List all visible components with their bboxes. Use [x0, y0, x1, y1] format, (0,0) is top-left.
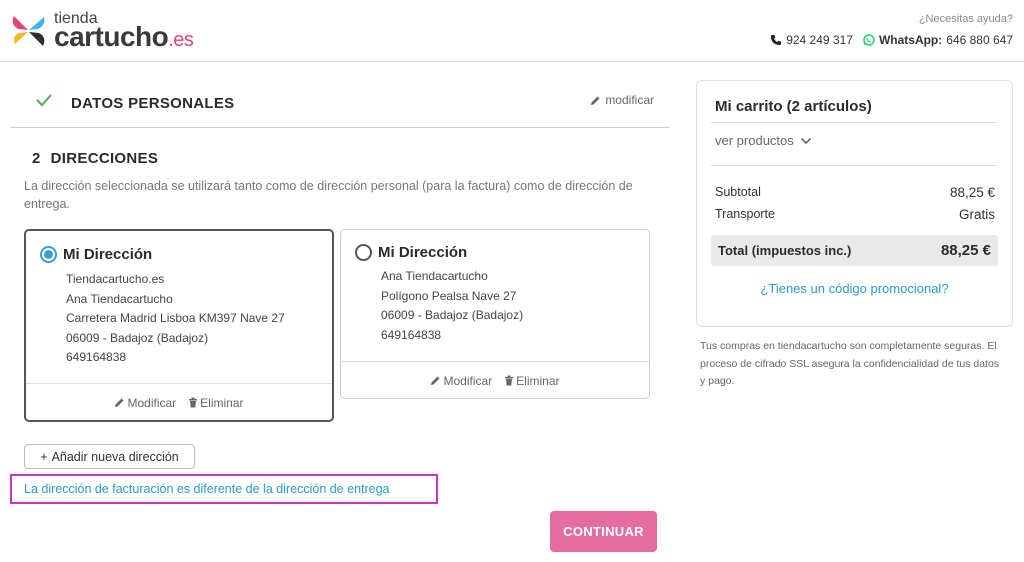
add-address-label: Añadir nueva dirección — [51, 449, 179, 464]
chevron-down-icon — [800, 137, 811, 144]
delete-address-button[interactable]: Eliminar — [504, 373, 560, 388]
step-personal-data: DATOS PERSONALES modificar — [10, 80, 670, 128]
step1-title: DATOS PERSONALES — [71, 95, 235, 112]
whatsapp-number[interactable]: 646 880 647 — [946, 33, 1013, 47]
logo-tld: .es — [168, 29, 194, 51]
modify-label: modificar — [605, 93, 654, 107]
subtotal-value: 88,25 € — [949, 185, 995, 200]
phone-number[interactable]: 924 249 317 — [786, 33, 853, 47]
address-line: Ana Tiendacartucho — [66, 291, 173, 306]
address-line: 649164838 — [66, 350, 127, 364]
step2-number: 2 — [32, 150, 41, 167]
butterfly-logo-icon — [12, 16, 45, 46]
shipping-row: Transporte Gratis — [715, 207, 995, 222]
address-line: 649164838 — [381, 327, 442, 342]
divider — [711, 122, 996, 123]
add-address-button[interactable]: + Añadir nueva dirección — [24, 444, 195, 469]
plus-icon: + — [40, 449, 48, 464]
address-name: Mi Dirección — [378, 244, 468, 261]
address-actions: Modificar Eliminar — [341, 361, 649, 399]
address-line: 06009 - Badajoz (Badajoz) — [66, 330, 209, 345]
continue-button[interactable]: CONTINUAR — [550, 511, 657, 552]
total-value: 88,25 € — [940, 242, 991, 259]
trash-icon — [189, 397, 198, 408]
pencil-icon — [115, 398, 124, 407]
address-line: Polígono Pealsa Nave 27 — [381, 288, 517, 303]
divider — [711, 165, 996, 166]
step2-description: La dirección seleccionada se utilizará t… — [24, 179, 633, 211]
cart-title: Mi carrito (2 artículos) — [715, 98, 872, 115]
address-actions: Modificar Eliminar — [26, 383, 332, 421]
address-line: 06009 - Badajoz (Badajoz) — [381, 308, 524, 322]
pencil-icon — [591, 96, 600, 105]
check-icon — [36, 94, 52, 107]
shipping-label: Transporte — [715, 207, 775, 221]
address-lines: Ana Tiendacartucho Polígono Pealsa Nave … — [381, 267, 523, 345]
view-products-toggle[interactable]: ver productos — [715, 133, 812, 148]
address-name: Mi Dirección — [63, 246, 153, 263]
view-products-label: ver productos — [715, 133, 794, 148]
address-card-selected[interactable]: Mi Dirección Tiendacartucho.es Ana Tiend… — [24, 229, 334, 422]
modify-label: Modificar — [127, 395, 177, 410]
address-line: Carretera Madrid Lisboa KM397 Nave 27 — [66, 311, 285, 325]
shipping-value: Gratis — [958, 207, 995, 222]
modify-label: Modificar — [443, 373, 493, 388]
step2-title: 2 DIRECCIONES — [32, 150, 158, 167]
modify-address-button[interactable]: Modificar — [430, 374, 492, 388]
logo-text-main: cartucho.es — [54, 21, 194, 53]
whatsapp-label: WhatsApp: — [878, 33, 943, 47]
delete-label: Eliminar — [516, 373, 560, 388]
logo-brand: cartucho — [54, 21, 169, 52]
promo-code-link[interactable]: ¿Tienes un código promocional? — [697, 281, 1012, 296]
total-label: Total (impuestos inc.) — [718, 243, 852, 258]
contact-info: 924 249 317 WhatsApp: 646 880 647 — [770, 33, 1013, 47]
address-line: Ana Tiendacartucho — [381, 269, 488, 283]
secure-payment-note: Tus compras en tiendacartucho son comple… — [700, 340, 1000, 387]
modify-personal-data-link[interactable]: modificar — [590, 93, 654, 107]
subtotal-label: Subtotal — [715, 185, 761, 199]
modify-address-button[interactable]: Modificar — [114, 396, 176, 410]
phone-icon — [771, 35, 782, 45]
address-line: Tiendacartucho.es — [66, 272, 165, 286]
cart-summary: Mi carrito (2 artículos) ver productos S… — [696, 80, 1013, 327]
address-radio-selected[interactable] — [40, 246, 57, 263]
total-row: Total (impuestos inc.) 88,25 € — [711, 235, 998, 266]
address-radio[interactable] — [355, 244, 372, 261]
site-logo[interactable]: tienda cartucho.es — [10, 10, 210, 53]
site-header: tienda cartucho.es ¿Necesitas ayuda? 924… — [0, 0, 1024, 62]
whatsapp-icon — [863, 34, 875, 46]
pencil-icon — [431, 376, 440, 385]
address-lines: Tiendacartucho.es Ana Tiendacartucho Car… — [66, 270, 285, 368]
delete-address-button[interactable]: Eliminar — [188, 395, 244, 410]
delete-label: Eliminar — [200, 395, 244, 410]
step2-title-text: DIRECCIONES — [50, 150, 159, 167]
trash-icon — [505, 375, 514, 386]
address-card-other[interactable]: Mi Dirección Ana Tiendacartucho Polígono… — [340, 229, 650, 399]
subtotal-row: Subtotal 88,25 € — [715, 185, 995, 200]
different-billing-address-link[interactable]: La dirección de facturación es diferente… — [10, 474, 438, 504]
help-text: ¿Necesitas ayuda? — [918, 13, 1013, 25]
